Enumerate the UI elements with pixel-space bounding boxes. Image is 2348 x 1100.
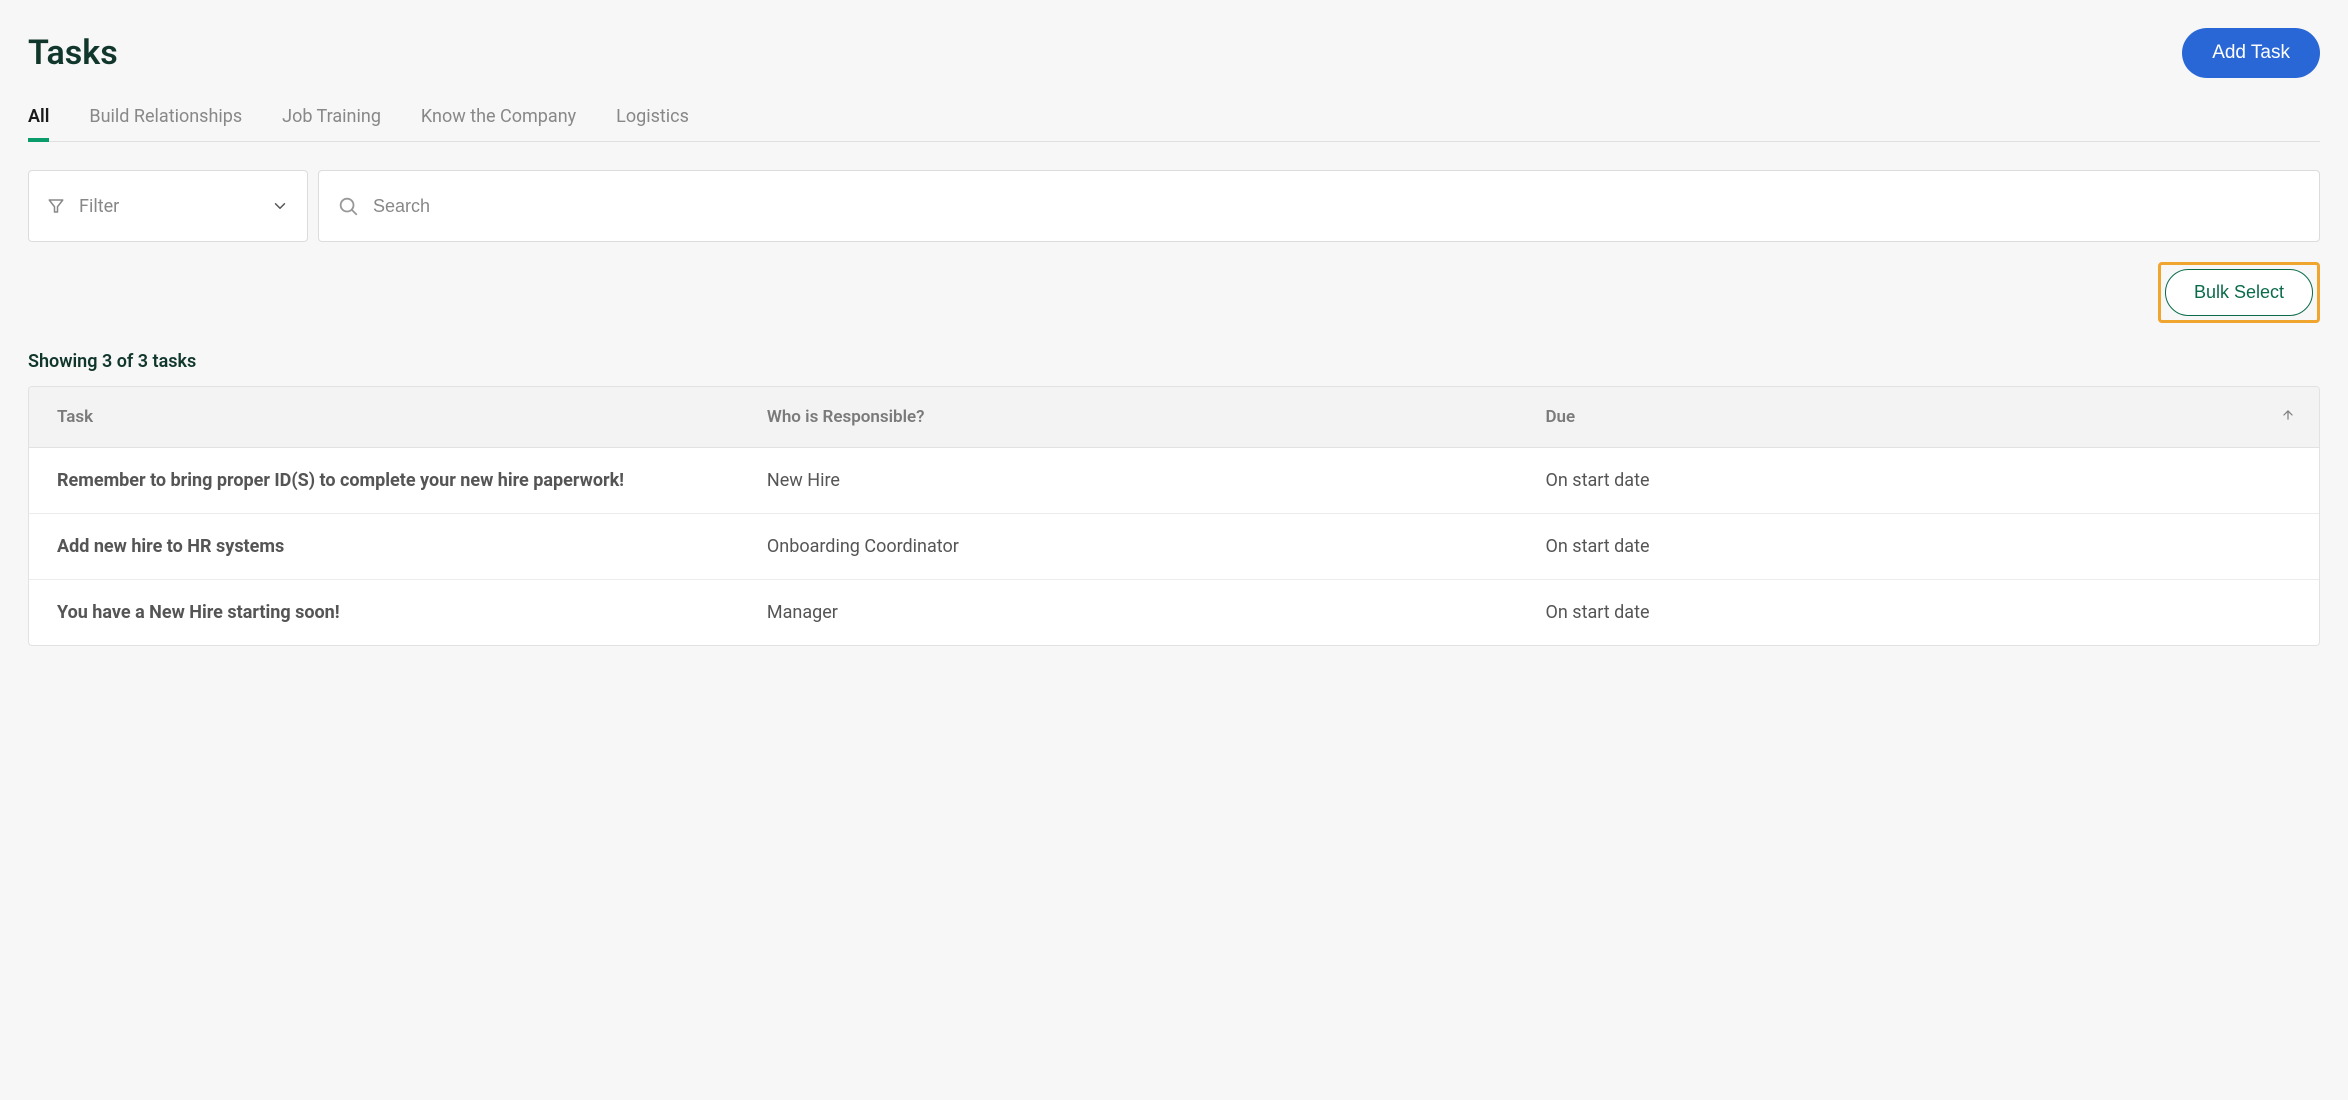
- filter-icon: [47, 197, 65, 215]
- task-who-cell: New Hire: [739, 448, 1518, 514]
- table-row[interactable]: Remember to bring proper ID(S) to comple…: [29, 448, 2319, 514]
- search-input[interactable]: [373, 196, 2301, 217]
- table-row[interactable]: You have a New Hire starting soon! Manag…: [29, 580, 2319, 645]
- add-task-button[interactable]: Add Task: [2182, 28, 2320, 78]
- filter-label: Filter: [79, 196, 119, 217]
- task-due-cell: On start date: [1517, 514, 2319, 580]
- tab-all[interactable]: All: [28, 106, 49, 141]
- task-due-cell: On start date: [1517, 580, 2319, 645]
- task-who-cell: Onboarding Coordinator: [739, 514, 1518, 580]
- table-row[interactable]: Add new hire to HR systems Onboarding Co…: [29, 514, 2319, 580]
- tab-logistics[interactable]: Logistics: [616, 106, 689, 141]
- filter-dropdown[interactable]: Filter: [28, 170, 308, 242]
- task-due-cell: On start date: [1517, 448, 2319, 514]
- task-name-cell: You have a New Hire starting soon!: [29, 580, 739, 645]
- chevron-down-icon: [271, 197, 289, 215]
- tab-job-training[interactable]: Job Training: [282, 106, 381, 141]
- tasks-table: Task Who is Responsible? Due Remember to…: [28, 386, 2320, 646]
- task-who-cell: Manager: [739, 580, 1518, 645]
- column-header-due[interactable]: Due: [1517, 387, 2319, 448]
- search-box: [318, 170, 2320, 242]
- bulk-select-highlight: Bulk Select: [2158, 262, 2320, 323]
- task-name-cell: Remember to bring proper ID(S) to comple…: [29, 448, 739, 514]
- column-header-who[interactable]: Who is Responsible?: [739, 387, 1518, 448]
- bulk-select-button[interactable]: Bulk Select: [2165, 269, 2313, 316]
- search-icon: [337, 195, 359, 217]
- task-name-cell: Add new hire to HR systems: [29, 514, 739, 580]
- tabs: All Build Relationships Job Training Kno…: [28, 106, 2320, 142]
- sort-ascending-icon: [2281, 407, 2295, 427]
- column-header-due-label: Due: [1545, 407, 1575, 427]
- results-summary: Showing 3 of 3 tasks: [28, 351, 2320, 372]
- page-title: Tasks: [28, 33, 118, 73]
- tab-know-the-company[interactable]: Know the Company: [421, 106, 576, 141]
- column-header-task[interactable]: Task: [29, 387, 739, 448]
- tab-build-relationships[interactable]: Build Relationships: [89, 106, 242, 141]
